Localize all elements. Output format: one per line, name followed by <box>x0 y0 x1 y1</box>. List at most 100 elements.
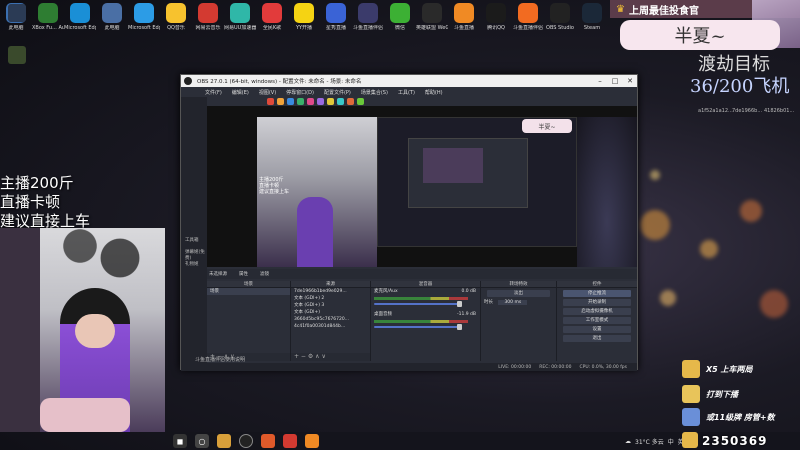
menu-tools[interactable]: 工具(T) <box>398 89 415 96</box>
scenes-dock-title: 场景 <box>207 281 290 288</box>
menu-profile[interactable]: 配置文件(P) <box>324 89 351 96</box>
source-item[interactable]: 文本 (GDI+) <box>291 309 370 316</box>
bokeh-light <box>660 290 676 306</box>
source-item[interactable]: 4c41f0a00301d844b... <box>291 323 370 330</box>
source-item[interactable]: 文本 (GDI+) 3 <box>291 302 370 309</box>
tool-icon[interactable] <box>327 98 334 105</box>
douyu-icon[interactable] <box>305 434 319 448</box>
netease-icon[interactable] <box>283 434 297 448</box>
menu-file[interactable]: 文件(F) <box>205 89 222 96</box>
folder-icon[interactable] <box>217 434 231 448</box>
desktop-icon[interactable]: 微信 <box>384 0 416 38</box>
studio-mode-button[interactable]: 工作室模式 <box>563 317 631 324</box>
exit-button[interactable]: 退出 <box>563 335 631 342</box>
crown-icon: ♛ <box>616 3 625 15</box>
weather-icon[interactable]: ☁ <box>625 438 631 445</box>
menu-view[interactable]: 视图(V) <box>259 89 276 96</box>
preview-bokeh <box>577 117 637 267</box>
tool-icon[interactable] <box>317 98 324 105</box>
scenes-dock: 场景 场景 + − ∧ ∨ <box>207 281 291 361</box>
ime-indicator[interactable]: 中 <box>668 437 674 446</box>
search-icon[interactable]: ○ <box>195 434 209 448</box>
transition-select[interactable]: 淡出 <box>487 290 550 297</box>
nickname-bubble: 半夏~ <box>620 20 780 50</box>
browser-icon[interactable] <box>261 434 275 448</box>
desktop-icon[interactable]: YY开播 <box>288 0 320 38</box>
source-item[interactable]: 3660d5bc95c7676720... <box>291 316 370 323</box>
desktop-icon[interactable]: 腾讯QQ <box>480 0 512 38</box>
edge-icon <box>134 3 154 23</box>
obs-window[interactable]: OBS 27.0.1 (64-bit, windows) - 配置文件: 未命名… <box>180 74 638 371</box>
no-source-label: 未选择源 <box>209 272 227 277</box>
desktop-icon[interactable]: 网易云音乐 <box>192 0 224 38</box>
tool-icon[interactable] <box>337 98 344 105</box>
duration-input[interactable]: 300 ms <box>498 300 528 305</box>
obs-plugin-strip: 工具箱 弹幕姬(免费) 礼物姬 <box>181 97 207 371</box>
desktop-icon[interactable]: 全民K歌 <box>256 0 288 38</box>
menu-edit[interactable]: 编辑(E) <box>232 89 249 96</box>
plugin-danmaku[interactable]: 弹幕姬(免费) <box>185 249 207 261</box>
desktop-icon[interactable]: 网易UU加速器 <box>224 0 256 38</box>
app-icon[interactable] <box>8 46 26 64</box>
companion-note[interactable]: 斗鱼直播伴侣使用说明 <box>195 356 245 363</box>
desktop-icon[interactable]: XBox Fu... Audio <box>32 0 64 38</box>
menu-docks[interactable]: 停靠窗口(D) <box>286 89 314 96</box>
desktop-icon-bar: 此电脑XBox Fu... AudioMicrosoft Edge此电脑Micr… <box>0 0 610 38</box>
close-icon[interactable]: ✕ <box>623 75 637 87</box>
tool-icon[interactable] <box>287 98 294 105</box>
kge-icon <box>262 3 282 23</box>
source-item[interactable]: 文本 (GDI+) 2 <box>291 295 370 302</box>
tool-icon[interactable] <box>307 98 314 105</box>
desktop-icon[interactable]: 英雄联盟 WeGame 平台 <box>416 0 448 38</box>
stop-streaming-button[interactable]: 停止推流 <box>563 290 631 297</box>
desktop-icon[interactable]: OBS Studio <box>544 0 576 38</box>
menu-help[interactable]: 帮助(H) <box>425 89 443 96</box>
desktop-icon-label: 微信 <box>394 25 405 31</box>
source-item[interactable]: 7de1966b1bed9e029... <box>291 288 370 295</box>
desktop-icon[interactable]: 斗鱼直播伴侣 <box>512 0 544 38</box>
volume-slider[interactable] <box>374 301 462 307</box>
desktop-icon[interactable]: 此电脑 <box>96 0 128 38</box>
obs-icon[interactable] <box>239 434 253 448</box>
folder-icon <box>102 3 122 23</box>
bokeh-light <box>700 240 718 258</box>
uu-icon <box>230 3 250 23</box>
tool-icon[interactable] <box>357 98 364 105</box>
scene-item[interactable]: 场景 <box>207 288 290 295</box>
desktop-icon[interactable]: 斗鱼直播 <box>448 0 480 38</box>
settings-button[interactable]: 设置 <box>563 326 631 333</box>
desktop-icon[interactable]: Steam <box>576 0 608 38</box>
properties-button[interactable]: 属性 <box>239 271 248 277</box>
tool-icon[interactable] <box>297 98 304 105</box>
transitions-dock: 转场特效 淡出 时长 300 ms <box>481 281 557 361</box>
tool-icon[interactable] <box>267 98 274 105</box>
room-id: 2350369 <box>702 434 768 448</box>
weather-text[interactable]: 31°C 多云 <box>635 437 664 446</box>
desktop-icon-label: 此电脑 <box>104 25 120 31</box>
volume-slider[interactable] <box>374 324 462 330</box>
sources-dock-title: 来源 <box>291 281 370 288</box>
desktop-icon[interactable]: 星秀直播 <box>320 0 352 38</box>
rec-time: REC: 00:00:00 <box>539 364 572 370</box>
plugin-toolbox[interactable]: 工具箱 <box>185 237 199 243</box>
tool-icon[interactable] <box>347 98 354 105</box>
virtual-camera-button[interactable]: 启动虚拟摄像机 <box>563 308 631 315</box>
start-icon[interactable]: ◼ <box>173 434 187 448</box>
maximize-icon[interactable]: □ <box>608 75 622 87</box>
netease-icon <box>198 3 218 23</box>
start-recording-button[interactable]: 开始录制 <box>563 299 631 306</box>
minimize-icon[interactable]: – <box>593 75 607 87</box>
desktop-icon[interactable]: QQ音乐 <box>160 0 192 38</box>
sources-dock: 来源 7de1966b1bed9e029... 文本 (GDI+) 2 文本 (… <box>291 281 371 361</box>
obs-preview[interactable]: 主播200斤 直播卡顿 建议直接上车 半夏~ <box>207 97 637 267</box>
menu-scene-collection[interactable]: 场景集合(S) <box>361 89 388 96</box>
recycle-bin-icon[interactable] <box>8 4 26 22</box>
filters-button[interactable]: 滤镜 <box>260 271 269 277</box>
preview-nickname: 半夏~ <box>522 119 572 133</box>
desktop-icon[interactable]: Microsoft Edge <box>128 0 160 38</box>
obs-titlebar[interactable]: OBS 27.0.1 (64-bit, windows) - 配置文件: 未命名… <box>181 75 637 87</box>
desktop-icon[interactable]: Microsoft Edge <box>64 0 96 38</box>
plugin-gift[interactable]: 礼物姬 <box>185 261 199 267</box>
tool-icon[interactable] <box>277 98 284 105</box>
desktop-icon[interactable]: 斗鱼直播伴侣 <box>352 0 384 38</box>
